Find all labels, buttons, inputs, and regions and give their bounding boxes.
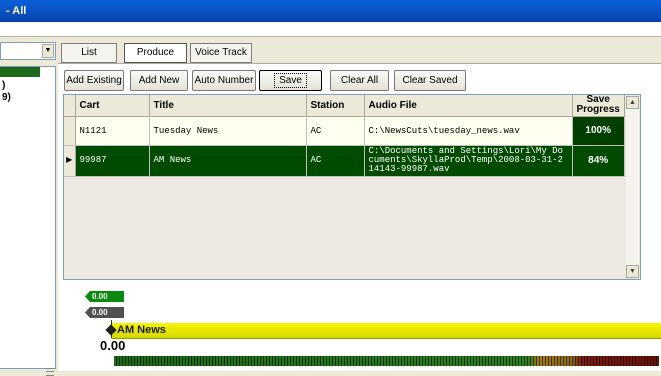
left-list-item[interactable]: 9) [2, 92, 11, 103]
row-indicator[interactable] [64, 116, 76, 146]
tab-produce[interactable]: Produce [124, 43, 187, 63]
audio-clip-bar[interactable]: AM News [112, 323, 661, 339]
column-header-save-progress[interactable]: Save Progress [572, 95, 625, 117]
tab-voice-track[interactable]: Voice Track [190, 43, 252, 63]
column-header-cart[interactable]: Cart [75, 95, 150, 117]
clear-saved-button[interactable]: Clear Saved [394, 70, 466, 91]
row-indicator-header [64, 95, 76, 117]
time-readout: 0.00 [100, 338, 126, 353]
auto-number-button[interactable]: Auto Number [192, 70, 256, 91]
table-row[interactable]: N1121 Tuesday News AC C:\NewsCuts\tuesda… [64, 116, 625, 146]
table-row-selected[interactable]: ▶ 99987 AM News AC C:\Documents and Sett… [64, 145, 625, 177]
scroll-down-icon[interactable]: ▼ [626, 265, 639, 278]
add-new-button[interactable]: Add New [130, 70, 188, 91]
save-button[interactable]: Save [259, 70, 322, 91]
cell-audio-file[interactable]: C:\Documents and Settings\Lori\My Docume… [364, 145, 573, 177]
column-header-title[interactable]: Title [149, 95, 307, 117]
left-panel: ▼ ) 9) [0, 41, 58, 376]
left-list-item[interactable]: ) [2, 80, 5, 91]
left-dropdown[interactable]: ▼ [0, 42, 56, 60]
splitter-grip-icon[interactable] [46, 368, 54, 376]
cell-save-progress: 100% [572, 116, 625, 146]
left-list-header-bar [0, 67, 40, 77]
cell-title[interactable]: AM News [149, 145, 307, 177]
column-header-station[interactable]: Station [306, 95, 365, 117]
cart-table: Cart Title Station Audio File Save Progr… [64, 95, 625, 177]
row-selected-arrow-icon[interactable]: ▶ [64, 145, 76, 177]
cell-station[interactable]: AC [306, 145, 365, 177]
tab-list[interactable]: List [61, 43, 117, 63]
clip-title: AM News [117, 324, 166, 336]
window-title: - All [6, 5, 27, 17]
green-marker-flag[interactable]: 0.00 [85, 291, 124, 302]
gray-marker-flag[interactable]: 0.00 [85, 307, 124, 318]
level-meter [114, 356, 659, 366]
cell-cart[interactable]: N1121 [75, 116, 150, 146]
cart-grid[interactable]: Cart Title Station Audio File Save Progr… [63, 94, 641, 280]
cell-title[interactable]: Tuesday News [149, 116, 307, 146]
chevron-down-icon[interactable]: ▼ [42, 44, 54, 58]
window-titlebar: - All [0, 0, 661, 22]
scroll-up-icon[interactable]: ▲ [626, 96, 639, 109]
save-button-label: Save [274, 73, 307, 88]
clear-all-button[interactable]: Clear All [330, 70, 389, 91]
cell-audio-file[interactable]: C:\NewsCuts\tuesday_news.wav [364, 116, 573, 146]
column-header-audio-file[interactable]: Audio File [364, 95, 573, 117]
cell-save-progress: 84% [572, 145, 625, 177]
add-existing-button[interactable]: Add Existing [64, 70, 124, 91]
table-header-row: Cart Title Station Audio File Save Progr… [64, 95, 625, 117]
left-list[interactable]: ) 9) [0, 66, 56, 369]
grid-vertical-scrollbar[interactable]: ▲ ▼ [626, 96, 639, 278]
cell-cart[interactable]: 99987 [75, 145, 150, 177]
cell-station[interactable]: AC [306, 116, 365, 146]
menu-strip [0, 22, 661, 37]
